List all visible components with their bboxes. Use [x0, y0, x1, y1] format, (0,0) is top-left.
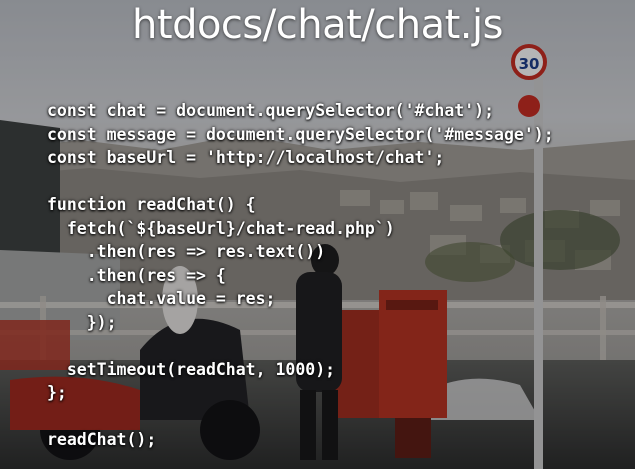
code-line: chat.value = res; [47, 289, 276, 308]
code-line: readChat(); [47, 430, 157, 449]
code-line: const message = document.querySelector('… [47, 124, 554, 144]
code-line: .then(res => { [47, 265, 226, 285]
code-line: }; [47, 383, 67, 402]
slide: 30 htdocs/chat/chat.js const chat = docu… [0, 0, 635, 469]
code-line: function readChat() { [47, 195, 256, 214]
code-line: const baseUrl = 'http://localhost/chat'; [47, 148, 445, 167]
code-line: const chat = document.querySelector('#ch… [47, 101, 495, 120]
slide-title: htdocs/chat/chat.js [132, 2, 503, 48]
code-line: }); [47, 312, 117, 332]
code-line: fetch(`${baseUrl}/chat-read.php`) [47, 218, 395, 238]
code-line: setTimeout(readChat, 1000); [47, 359, 336, 379]
code-block: const chat = document.querySelector('#ch… [47, 99, 554, 452]
code-line: .then(res => res.text()) [47, 242, 326, 261]
